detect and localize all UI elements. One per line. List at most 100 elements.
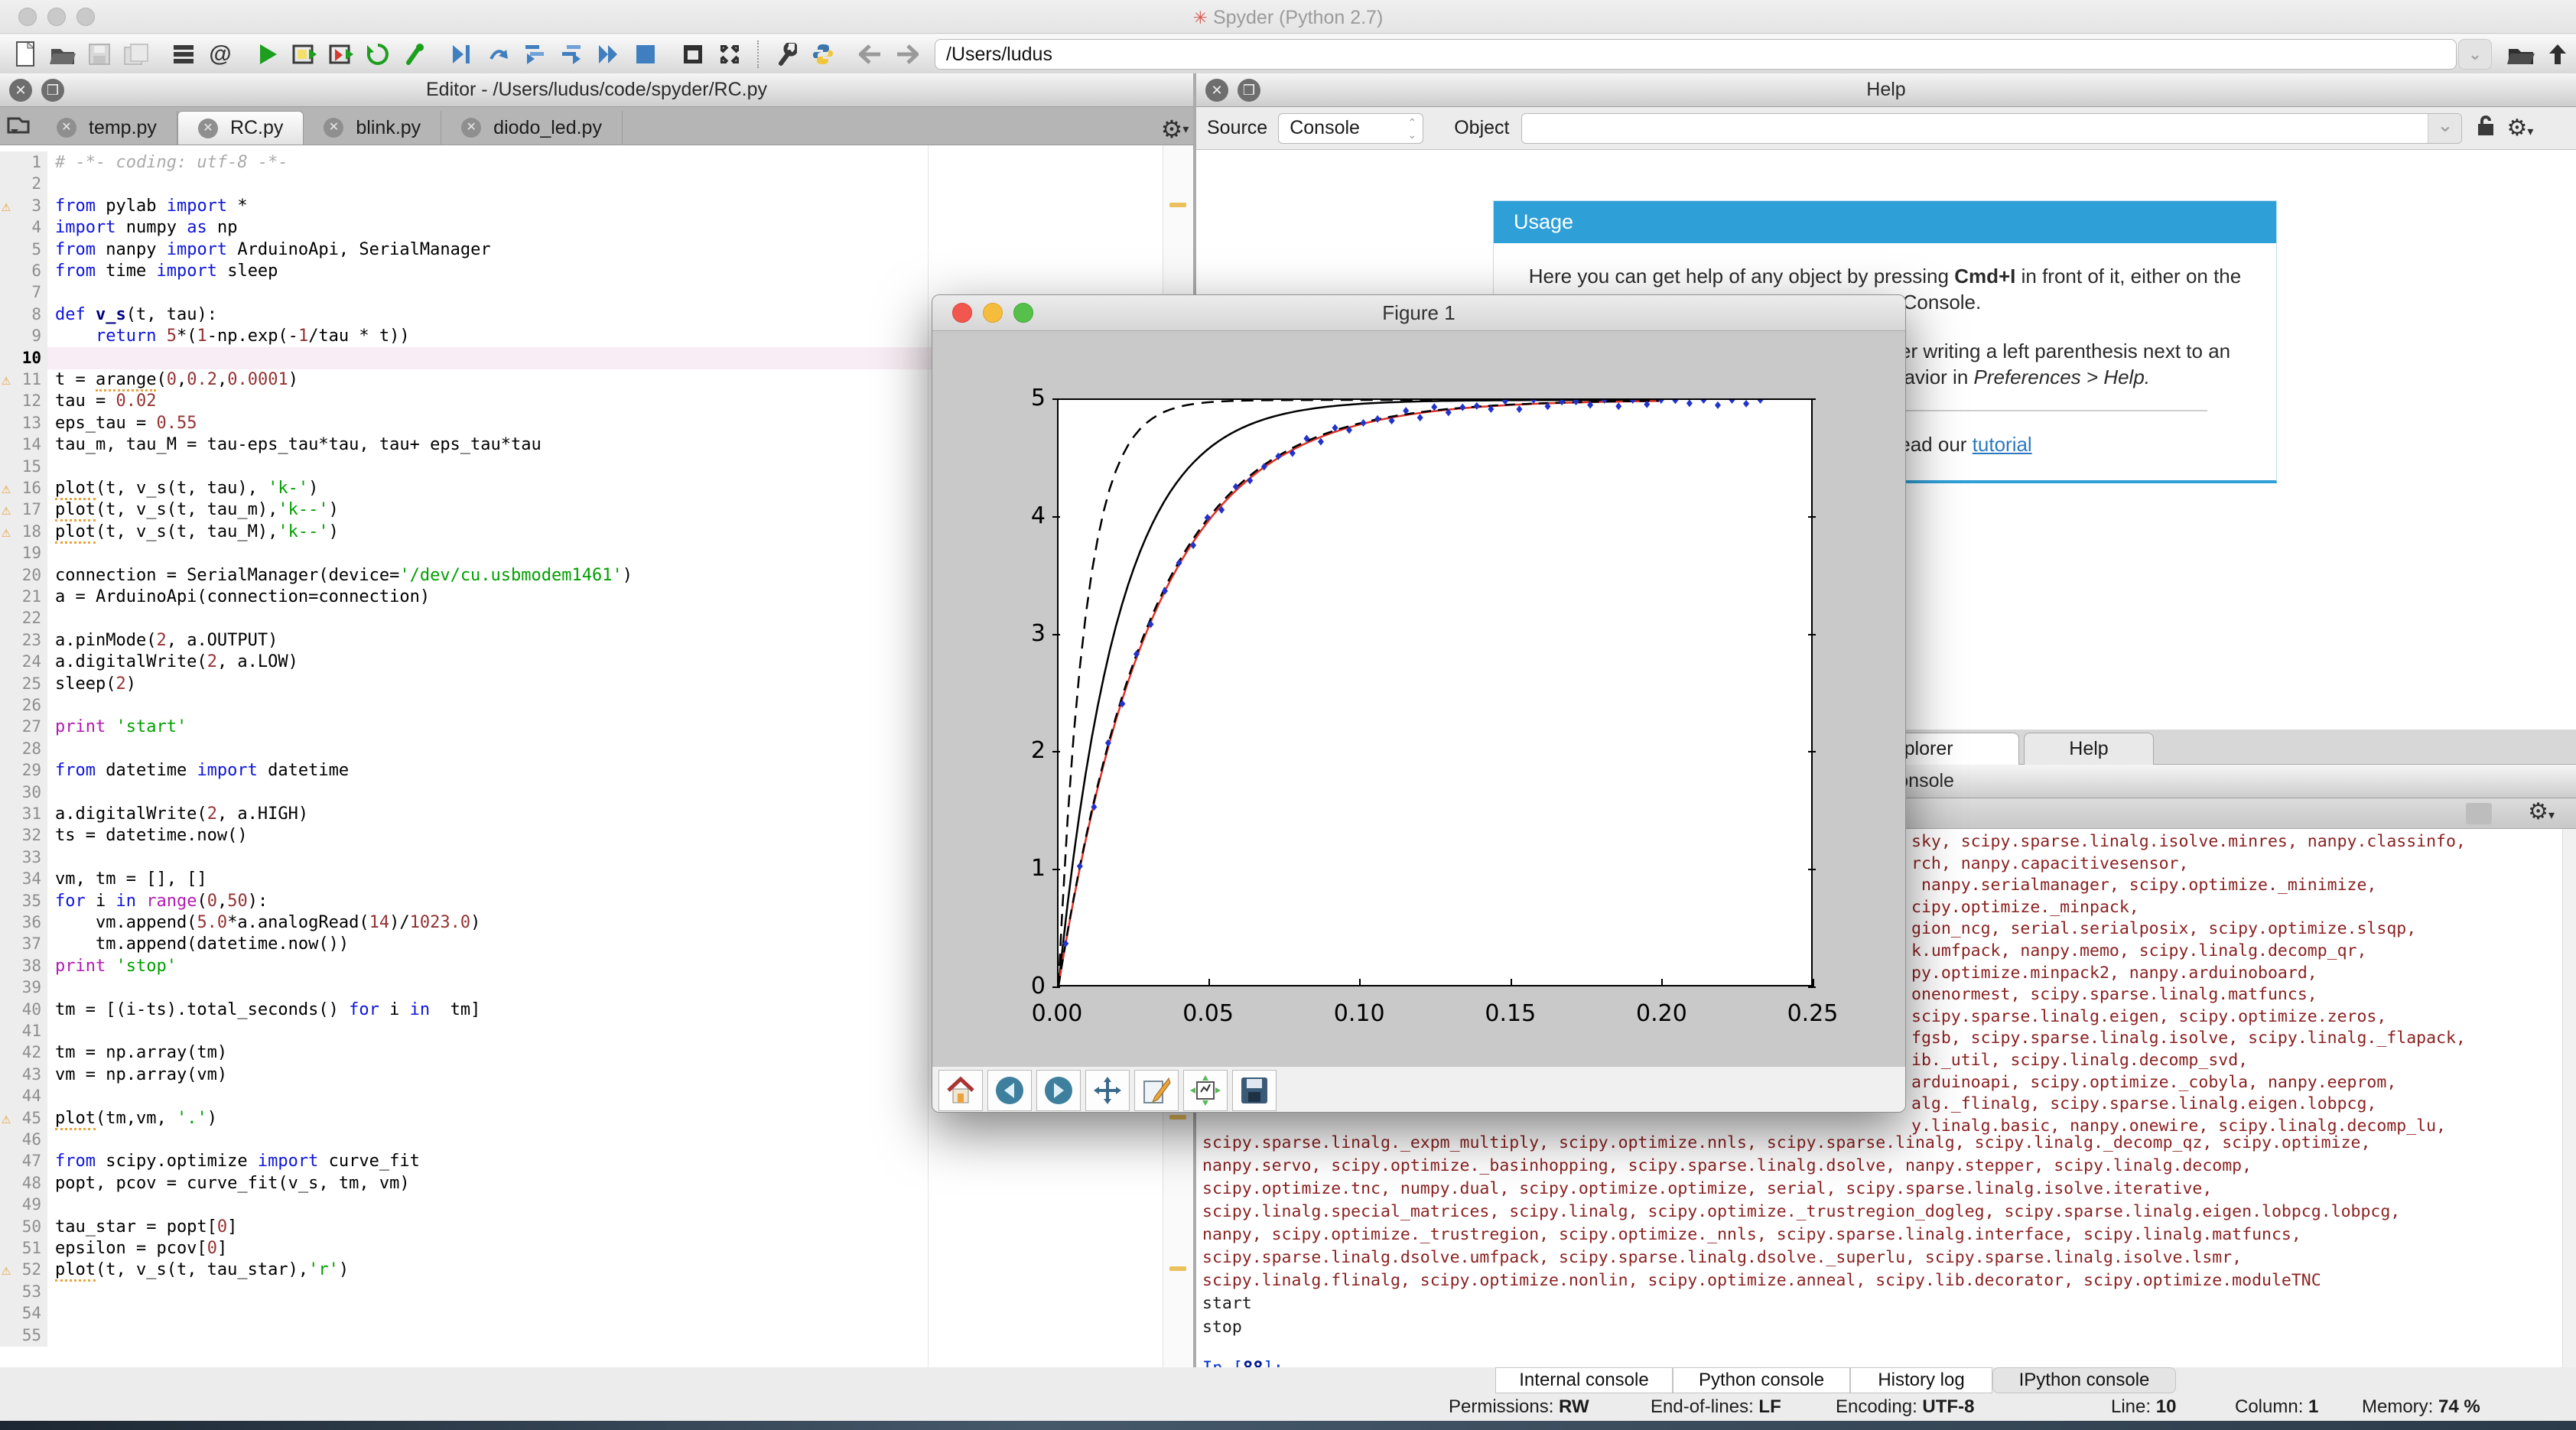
- tab-ipython-console[interactable]: IPython console: [1992, 1367, 2176, 1393]
- close-tab-icon[interactable]: ✕: [198, 119, 218, 138]
- tab-help[interactable]: Help: [2024, 733, 2154, 765]
- tab-temp-py[interactable]: ✕temp.py: [37, 111, 177, 145]
- code-line[interactable]: 49: [0, 1194, 1163, 1216]
- plot-forward-icon[interactable]: [1036, 1070, 1081, 1111]
- editor-options-gear-icon[interactable]: ⚙▾: [1158, 114, 1192, 145]
- source-select[interactable]: Console ⌃⌄: [1278, 113, 1423, 144]
- code-line[interactable]: 2: [0, 173, 1163, 195]
- scrollbar-warning-mark: [1169, 1266, 1186, 1271]
- step-return-icon[interactable]: [555, 39, 589, 70]
- object-dropdown-icon[interactable]: ⌄: [2428, 114, 2461, 143]
- symbol-finder-icon[interactable]: @: [203, 39, 237, 70]
- save-all-icon[interactable]: [119, 39, 153, 70]
- help-pane-header: ✕ ❒ Help: [1196, 73, 2576, 107]
- step-into-icon[interactable]: [519, 39, 552, 70]
- tab-blink-py[interactable]: ✕blink.py: [304, 111, 441, 145]
- help-undock-icon[interactable]: ❒: [1238, 79, 1260, 102]
- x-tick-label: 0.15: [1469, 1000, 1553, 1027]
- rerun-icon[interactable]: [361, 39, 395, 70]
- code-line[interactable]: 55: [0, 1324, 1163, 1347]
- line-number: 21: [0, 586, 41, 608]
- code-line[interactable]: 50tau_star = popt[0]: [0, 1216, 1163, 1238]
- object-combobox[interactable]: ⌄: [1521, 113, 2462, 144]
- line-number: 47: [0, 1150, 41, 1172]
- forward-icon[interactable]: [890, 39, 924, 70]
- plot-back-icon[interactable]: [987, 1070, 1032, 1111]
- continue-icon[interactable]: [592, 39, 626, 70]
- preferences-wrench-icon[interactable]: [769, 39, 803, 70]
- save-icon[interactable]: [83, 39, 116, 70]
- fullscreen-icon[interactable]: [713, 39, 746, 70]
- code-line[interactable]: 54: [0, 1302, 1163, 1324]
- plot-save-icon[interactable]: [1232, 1070, 1277, 1111]
- line-number: 3: [0, 195, 41, 217]
- code-line[interactable]: 51epsilon = pcov[0]: [0, 1237, 1163, 1259]
- plot-zoom-icon[interactable]: [1134, 1070, 1179, 1111]
- plot-home-icon[interactable]: [938, 1070, 983, 1111]
- line-number: 53: [0, 1281, 41, 1303]
- tab-python-console[interactable]: Python console: [1673, 1367, 1850, 1393]
- code-line[interactable]: 46: [0, 1129, 1163, 1151]
- parent-directory-icon[interactable]: [2541, 39, 2574, 70]
- code-line[interactable]: 48popt, pcov = curve_fit(v_s, tm, vm): [0, 1172, 1163, 1194]
- tab-internal-console[interactable]: Internal console: [1495, 1367, 1673, 1393]
- open-file-icon[interactable]: [46, 39, 80, 70]
- figure-title: Figure 1: [932, 301, 1905, 325]
- close-tab-icon[interactable]: ✕: [57, 118, 76, 138]
- tab-diodo-led-py[interactable]: ✕diodo_led.py: [441, 111, 623, 145]
- code-line[interactable]: 47from scipy.optimize import curve_fit: [0, 1150, 1163, 1172]
- maximize-pane-icon[interactable]: [676, 39, 710, 70]
- editor-undock-icon[interactable]: ❒: [41, 79, 64, 102]
- close-tab-icon[interactable]: ✕: [461, 118, 481, 138]
- run-icon[interactable]: [251, 39, 285, 70]
- console-inactive-button[interactable]: [2466, 803, 2492, 824]
- back-icon[interactable]: [854, 39, 887, 70]
- help-close-icon[interactable]: ✕: [1205, 79, 1228, 102]
- stop-debug-icon[interactable]: [629, 39, 662, 70]
- console-prompt[interactable]: In [88]:: [1202, 1359, 1283, 1367]
- line-number: 44: [0, 1085, 41, 1107]
- console-line: gion_ncg, serial.serialposix, scipy.opti…: [1911, 919, 2416, 938]
- browse-directory-icon[interactable]: [2504, 39, 2538, 70]
- code-line[interactable]: 5from nanpy import ArduinoApi, SerialMan…: [0, 239, 1163, 261]
- line-number: 48: [0, 1172, 41, 1194]
- code-line[interactable]: ⚠3from pylab import *: [0, 195, 1163, 217]
- browse-tabs-icon[interactable]: [2, 106, 35, 145]
- code-line[interactable]: 4import numpy as np: [0, 216, 1163, 239]
- help-options-gear-icon[interactable]: ⚙▾: [2506, 115, 2533, 141]
- file-switcher-icon[interactable]: [167, 39, 200, 70]
- line-number: 11: [0, 369, 41, 391]
- line-number: 37: [0, 933, 41, 955]
- console-line: k.umfpack, nanpy.memo, scipy.linalg.deco…: [1911, 941, 2366, 960]
- python-path-icon[interactable]: [806, 39, 840, 70]
- tab-rc-py[interactable]: ✕RC.py: [177, 111, 304, 145]
- console-options-gear-icon[interactable]: ⚙▾: [2528, 798, 2555, 825]
- new-file-icon[interactable]: [9, 39, 43, 70]
- line-number: 8: [0, 304, 41, 326]
- debug-icon[interactable]: [445, 39, 479, 70]
- figure-titlebar[interactable]: Figure 1: [932, 295, 1905, 331]
- run-config-icon[interactable]: [398, 39, 431, 70]
- tutorial-link[interactable]: tutorial: [1973, 433, 2032, 456]
- figure-window[interactable]: Figure 1 5432100.000.050.100.150.200.25: [932, 294, 1906, 1113]
- line-number: 36: [0, 912, 41, 934]
- editor-close-icon[interactable]: ✕: [9, 79, 32, 102]
- close-tab-icon[interactable]: ✕: [324, 118, 343, 138]
- code-line[interactable]: 53: [0, 1281, 1163, 1303]
- run-cell-advance-icon[interactable]: [324, 39, 358, 70]
- lock-icon[interactable]: [2476, 114, 2496, 142]
- working-directory-dropdown-icon[interactable]: ⌄: [2458, 39, 2492, 70]
- line-number: 10: [0, 347, 41, 369]
- spinner-icons[interactable]: ⌃⌄: [1407, 116, 1416, 141]
- status-permissions: Permissions: RW: [1449, 1396, 1589, 1418]
- code-line[interactable]: 6from time import sleep: [0, 260, 1163, 282]
- step-over-icon[interactable]: [482, 39, 516, 70]
- tab-history-log[interactable]: History log: [1850, 1367, 1992, 1393]
- plot-pan-icon[interactable]: [1085, 1070, 1130, 1111]
- code-line[interactable]: ⚠52plot(t, v_s(t, tau_star),'r'): [0, 1259, 1163, 1281]
- code-line[interactable]: 1# -*- coding: utf-8 -*-: [0, 151, 1163, 174]
- console-scrollbar[interactable]: [2562, 829, 2576, 1367]
- plot-subplots-icon[interactable]: [1183, 1070, 1228, 1111]
- run-cell-icon[interactable]: [288, 39, 321, 70]
- working-directory-input[interactable]: /Users/ludus: [935, 39, 2457, 70]
